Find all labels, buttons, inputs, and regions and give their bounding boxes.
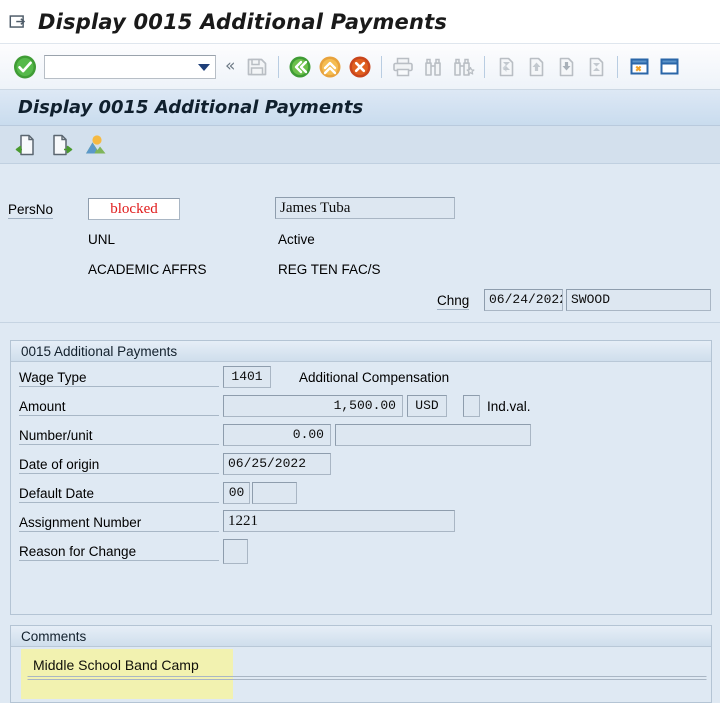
page-first-icon[interactable]: [493, 54, 519, 80]
picture-photo-icon[interactable]: [84, 133, 108, 157]
red-x-cancel-icon[interactable]: [347, 54, 373, 80]
currency-field[interactable]: USD: [407, 395, 447, 417]
chevron-down-icon[interactable]: [198, 63, 210, 71]
employee-header-area: PersNo blocked James Tuba UNL Active ACA…: [0, 164, 720, 323]
page-right-arrow-icon[interactable]: [49, 133, 73, 157]
assignment-number-label: Assignment Number: [19, 515, 219, 532]
comment-line-1[interactable]: Middle School Band Camp: [27, 653, 707, 677]
wage-type-field[interactable]: 1401: [223, 366, 271, 388]
toolbar-separator: [381, 55, 383, 78]
screen-canvas: PersNo blocked James Tuba UNL Active ACA…: [0, 164, 720, 703]
wage-type-text: Additional Compensation: [299, 370, 450, 385]
persno-label: PersNo: [8, 202, 54, 219]
infotype-group-body: Wage Type 1401 Additional Compensation A…: [11, 362, 711, 614]
number-unit-label: Number/unit: [19, 428, 219, 445]
chng-user-field: SWOOD: [566, 289, 711, 311]
persno-value-field[interactable]: blocked: [88, 198, 180, 220]
wage-type-label: Wage Type: [19, 370, 219, 387]
amount-label: Amount: [19, 399, 219, 416]
number-unit-field[interactable]: 0.00: [223, 424, 331, 446]
binoculars-star-find-next-icon[interactable]: [450, 54, 476, 80]
shortcut-window-icon[interactable]: [656, 54, 682, 80]
page-left-arrow-icon[interactable]: [14, 133, 38, 157]
date-of-origin-label: Date of origin: [19, 457, 219, 474]
screen-title: Display 0015 Additional Payments: [18, 97, 364, 118]
org-unit-label: UNL: [88, 232, 116, 247]
comments-group-body: Middle School Band Camp: [11, 647, 711, 702]
comments-group-title: Comments: [11, 625, 711, 647]
indval-checkbox-field[interactable]: [463, 395, 480, 417]
system-toolbar: «: [0, 44, 720, 90]
department-label: ACADEMIC AFFRS: [88, 262, 207, 277]
default-date-secondary-field[interactable]: [252, 482, 297, 504]
default-date-field[interactable]: 00: [223, 482, 250, 504]
page-up-icon[interactable]: [523, 54, 549, 80]
window-title-bar: Display 0015 Additional Payments: [0, 0, 720, 44]
infotype-group-box: 0015 Additional Payments Wage Type 1401 …: [10, 340, 712, 615]
employment-status-label: Active: [278, 232, 315, 247]
binoculars-find-icon[interactable]: [420, 54, 446, 80]
page-last-icon[interactable]: [583, 54, 609, 80]
chng-date-field: 06/24/2022: [484, 289, 563, 311]
indval-label: Ind.val.: [487, 399, 531, 414]
chng-label: Chng: [437, 293, 470, 310]
employee-name-field[interactable]: James Tuba: [275, 197, 455, 219]
reason-for-change-label: Reason for Change: [19, 544, 219, 561]
default-date-label: Default Date: [19, 486, 219, 503]
orange-up-arrow-exit-icon[interactable]: [317, 54, 343, 80]
screen-title-band: Display 0015 Additional Payments: [0, 90, 720, 126]
toolbar-separator: [617, 55, 619, 78]
comment-line-2[interactable]: [27, 679, 707, 703]
application-toolbar: [0, 126, 720, 164]
unit-field[interactable]: [335, 424, 531, 446]
floppy-disk-save-icon[interactable]: [244, 54, 270, 80]
toolbar-separator: [278, 55, 280, 78]
new-session-window-icon[interactable]: [626, 54, 652, 80]
command-input[interactable]: [45, 55, 215, 78]
assignment-number-field[interactable]: 1221: [223, 510, 455, 532]
printer-icon[interactable]: [390, 54, 416, 80]
employee-group-label: REG TEN FAC/S: [278, 262, 381, 277]
page-down-icon[interactable]: [553, 54, 579, 80]
toolbar-collapse-icon[interactable]: «: [225, 58, 235, 75]
infotype-group-title: 0015 Additional Payments: [11, 340, 711, 362]
amount-field[interactable]: 1,500.00: [223, 395, 403, 417]
date-of-origin-field[interactable]: 06/25/2022: [223, 453, 331, 475]
comments-group-box: Comments Middle School Band Camp: [10, 625, 712, 703]
green-check-enter-icon[interactable]: [12, 54, 38, 80]
green-back-arrow-icon[interactable]: [287, 54, 313, 80]
command-field[interactable]: [44, 54, 216, 79]
window-title: Display 0015 Additional Payments: [38, 9, 448, 34]
window-restore-icon: [9, 14, 26, 28]
reason-for-change-field[interactable]: [223, 539, 248, 564]
toolbar-separator: [484, 55, 486, 78]
